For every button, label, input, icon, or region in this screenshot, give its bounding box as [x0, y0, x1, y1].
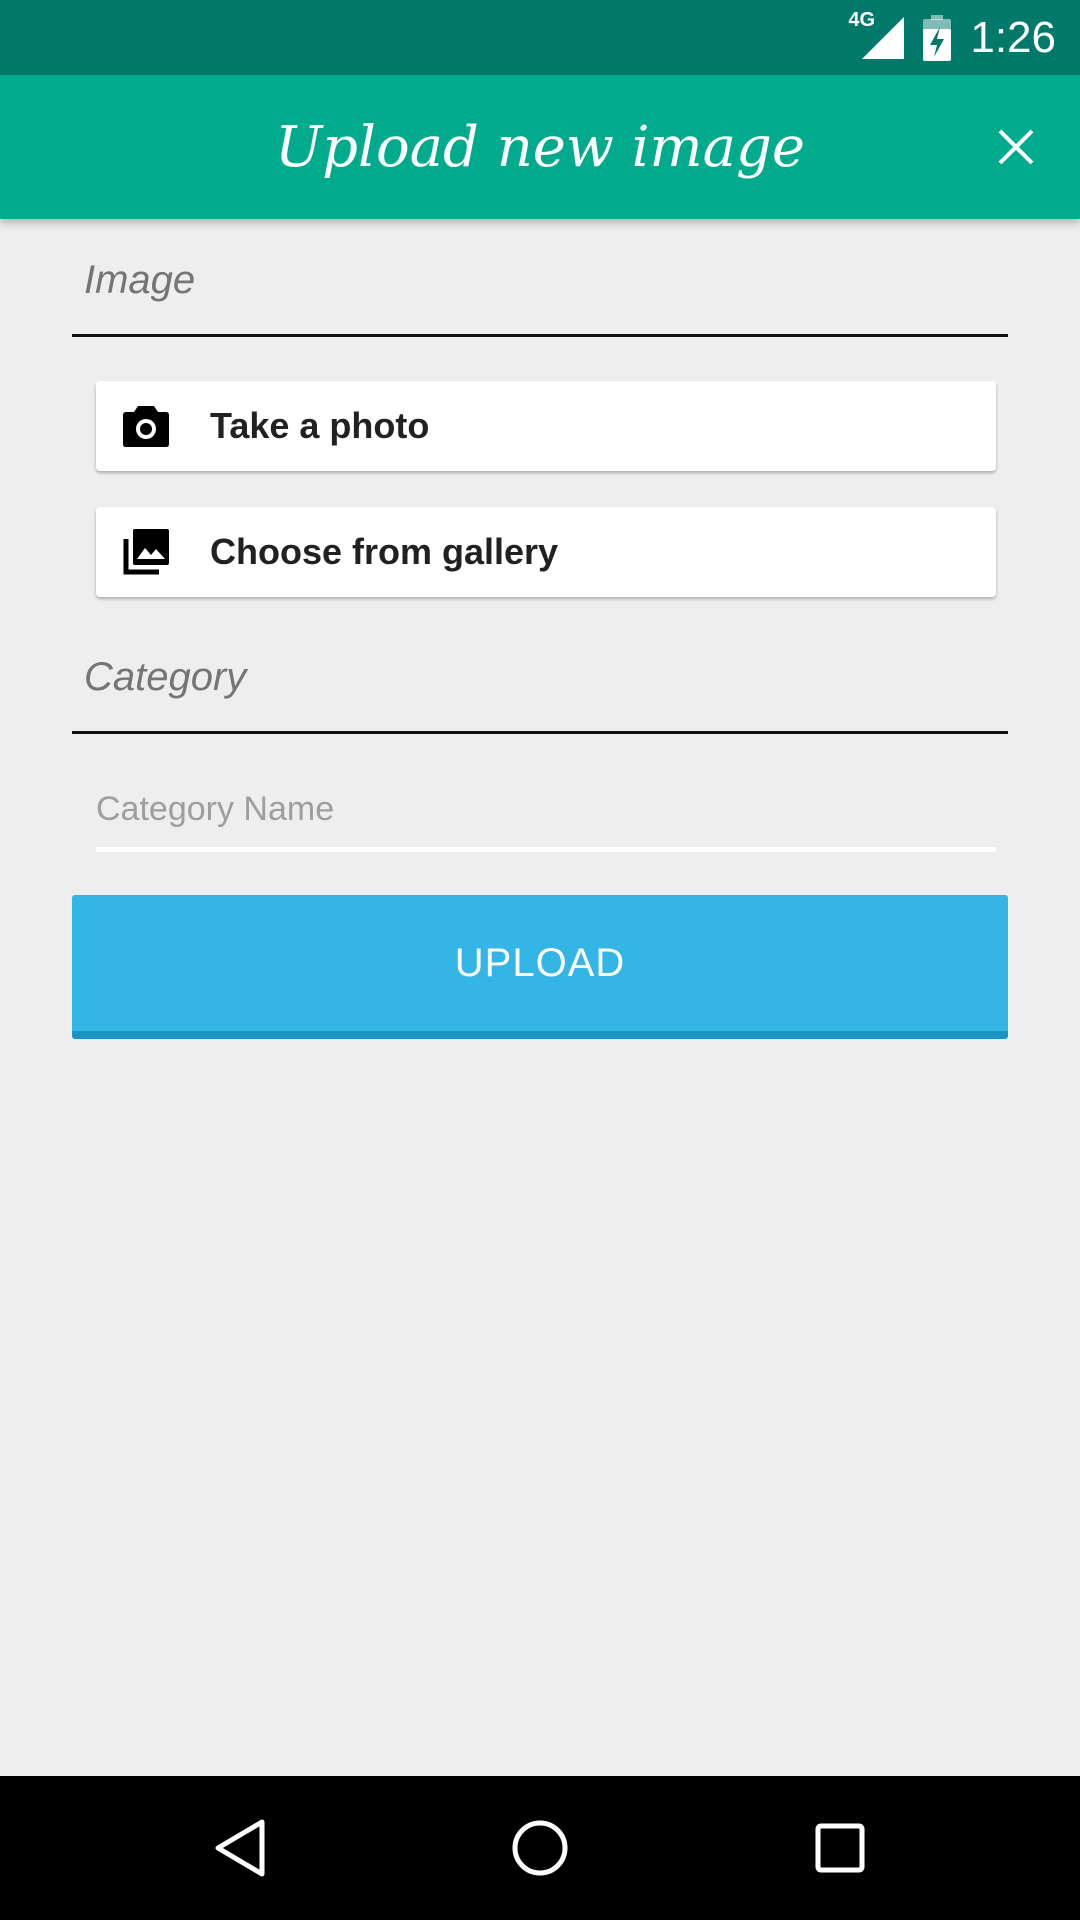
recents-icon	[815, 1823, 865, 1873]
category-section-label: Category	[84, 655, 247, 699]
recents-button[interactable]	[804, 1812, 876, 1884]
close-button[interactable]	[974, 105, 1058, 189]
page-title: Upload new image	[274, 114, 806, 180]
signal-icon: 4G	[848, 9, 905, 61]
take-photo-button[interactable]: Take a photo	[96, 381, 996, 471]
choose-gallery-label: Choose from gallery	[210, 531, 559, 572]
upload-button[interactable]: UPLOAD	[72, 895, 1008, 1039]
clock: 1:26	[970, 12, 1056, 62]
status-bar-icons: 4G 1:26	[848, 0, 1056, 75]
photo-library-icon	[120, 526, 172, 578]
battery-charging-icon	[922, 14, 952, 61]
category-section-divider	[72, 731, 1008, 734]
back-icon	[215, 1819, 265, 1877]
home-icon	[512, 1820, 568, 1876]
home-button[interactable]	[504, 1812, 576, 1884]
close-icon	[998, 129, 1034, 165]
app-bar: Upload new image	[0, 75, 1080, 219]
back-button[interactable]	[204, 1812, 276, 1884]
image-section-divider	[72, 334, 1008, 337]
choose-gallery-button[interactable]: Choose from gallery	[96, 507, 996, 597]
category-name-input[interactable]	[96, 780, 996, 852]
take-photo-label: Take a photo	[210, 405, 430, 446]
camera-icon	[120, 400, 172, 452]
navigation-bar	[0, 1776, 1080, 1920]
image-section-label: Image	[84, 258, 196, 302]
status-bar: 4G 1:26	[0, 0, 1080, 75]
